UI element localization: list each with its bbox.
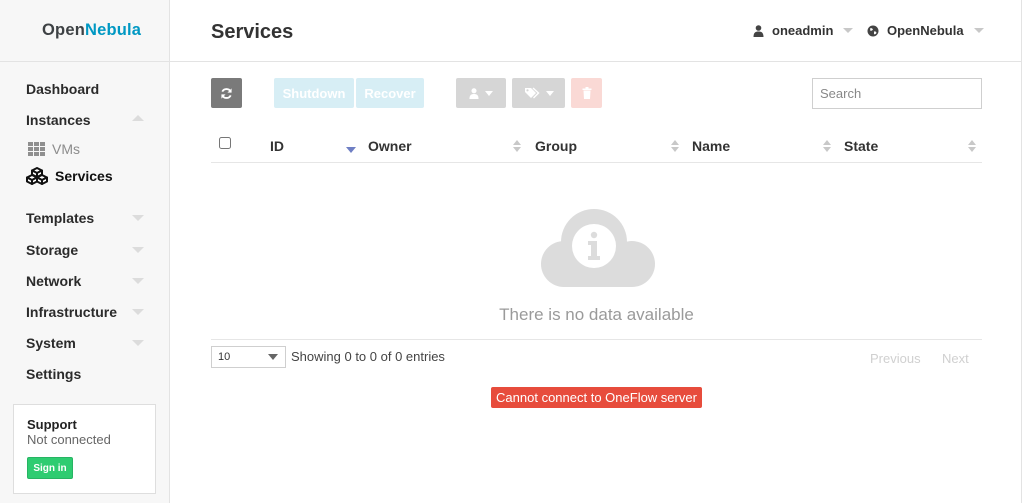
trash-icon (582, 87, 591, 99)
page-title: Services (211, 21, 294, 43)
sidebar-item-label: Instances (26, 112, 91, 128)
chevron-up-icon (132, 115, 144, 121)
user-menu[interactable]: oneadmin (753, 23, 854, 38)
tags-icon (524, 87, 540, 99)
sign-in-button[interactable]: Sign in (27, 457, 73, 479)
page-length-select[interactable]: 10 (211, 346, 286, 368)
sidebar-item-label: Dashboard (26, 81, 100, 97)
brand-logo-open: Open (42, 21, 85, 39)
sidebar-item-vms[interactable]: VMs (28, 139, 80, 159)
chevron-down-icon (268, 354, 278, 360)
services-cubes-icon (26, 167, 48, 185)
table-header: ID Owner Group Name State (211, 130, 982, 163)
zone-name: OpenNebula (887, 23, 964, 38)
previous-page-button[interactable]: Previous (870, 351, 921, 366)
chevron-down-icon (545, 90, 554, 96)
sidebar-item-infrastructure[interactable]: Infrastructure (26, 301, 148, 323)
sidebar-item-label: Infrastructure (26, 304, 118, 320)
brand-logo[interactable]: Open Nebula (0, 0, 169, 62)
sidebar-item-label: VMs (52, 141, 80, 157)
sort-icon[interactable] (823, 140, 831, 154)
support-title: Support (27, 417, 77, 432)
column-header-id[interactable]: ID (270, 138, 284, 154)
labels-button[interactable] (512, 78, 565, 108)
empty-message: There is no data available (499, 305, 694, 324)
refresh-icon (221, 87, 232, 99)
sidebar-item-label: Templates (26, 210, 95, 226)
header: Services oneadmin OpenNebula (170, 0, 1025, 62)
support-status: Not connected (27, 432, 111, 447)
sidebar-item-system[interactable]: System (26, 332, 148, 354)
vms-grid-icon (28, 142, 45, 156)
user-icon (469, 87, 479, 99)
support-panel: Support Not connected Sign in (13, 404, 156, 494)
sidebar-item-dashboard[interactable]: Dashboard (26, 78, 148, 100)
sort-desc-icon[interactable] (346, 147, 356, 153)
sidebar-item-instances[interactable]: Instances (26, 109, 148, 131)
sidebar: Open Nebula Dashboard Instances VMs Serv… (0, 0, 170, 503)
refresh-button[interactable] (211, 78, 242, 108)
entries-info: Showing 0 to 0 of 0 entries (291, 349, 445, 364)
search-input[interactable] (812, 78, 982, 109)
sidebar-item-templates[interactable]: Templates (26, 207, 148, 229)
chevron-down-icon (132, 215, 144, 221)
sidebar-item-storage[interactable]: Storage (26, 239, 148, 261)
change-owner-button[interactable] (456, 78, 506, 108)
page-length-value: 10 (218, 351, 231, 363)
cloud-info-icon (541, 209, 655, 287)
user-name: oneadmin (772, 23, 834, 38)
chevron-down-icon (132, 278, 144, 284)
sidebar-item-label: Services (55, 168, 113, 184)
recover-button[interactable]: Recover (356, 78, 424, 108)
chevron-down-icon (132, 247, 144, 253)
brand-logo-nebula: Nebula (84, 21, 142, 39)
window-edge (1021, 0, 1025, 503)
next-page-button[interactable]: Next (942, 351, 969, 366)
delete-button[interactable] (571, 78, 602, 108)
sort-icon[interactable] (968, 140, 976, 154)
chevron-down-icon (132, 309, 144, 315)
sidebar-item-services[interactable]: Services (26, 166, 113, 186)
chevron-down-icon (485, 90, 493, 96)
column-header-owner[interactable]: Owner (368, 138, 412, 154)
shutdown-button[interactable]: Shutdown (274, 78, 354, 108)
globe-icon (867, 25, 879, 36)
select-all-checkbox[interactable] (219, 137, 231, 149)
sidebar-item-label: Storage (26, 242, 79, 258)
chevron-down-icon (973, 28, 984, 33)
sort-icon[interactable] (671, 140, 679, 154)
error-message: Cannot connect to OneFlow server (491, 387, 702, 408)
column-header-state[interactable]: State (844, 138, 878, 154)
sidebar-item-label: System (26, 335, 76, 351)
sidebar-item-label: Settings (26, 366, 82, 382)
sidebar-item-settings[interactable]: Settings (26, 363, 148, 385)
chevron-down-icon (132, 340, 144, 346)
divider (211, 339, 982, 340)
sidebar-item-label: Network (26, 273, 82, 289)
column-header-name[interactable]: Name (692, 138, 730, 154)
chevron-down-icon (843, 28, 854, 33)
user-icon (753, 24, 764, 37)
sidebar-item-network[interactable]: Network (26, 270, 148, 292)
column-header-group[interactable]: Group (535, 138, 577, 154)
sort-icon[interactable] (513, 140, 521, 154)
zone-menu[interactable]: OpenNebula (867, 23, 984, 38)
